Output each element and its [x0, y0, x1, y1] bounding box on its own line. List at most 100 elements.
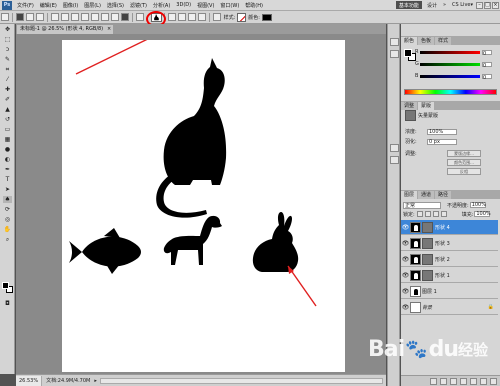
lock-transparent-icon[interactable] [416, 211, 423, 217]
eye-icon[interactable]: 👁 [401, 288, 410, 295]
eye-icon[interactable]: 👁 [401, 272, 410, 279]
shape-layers-mode-icon[interactable] [16, 13, 24, 21]
red-value[interactable]: 0 [482, 49, 492, 57]
red-slider[interactable] [420, 50, 480, 54]
eye-icon[interactable]: 👁 [401, 224, 410, 231]
rectangle-shape-icon[interactable] [71, 13, 79, 21]
cs-live-button[interactable]: CS Live▾ [449, 2, 476, 8]
close-tab-icon[interactable]: × [107, 25, 111, 34]
adjustment-layer-icon[interactable] [460, 377, 467, 385]
healing-brush-icon[interactable]: ✚ [3, 86, 12, 93]
crop-tool-icon[interactable]: ⌗ [3, 66, 12, 73]
subtract-mode-icon[interactable] [177, 13, 186, 21]
combine-mode-icon[interactable] [167, 13, 176, 21]
pen-tool-icon[interactable]: ✒ [3, 166, 12, 173]
tab-adjustments[interactable]: 调整 [401, 102, 418, 110]
blue-value[interactable]: 0 [482, 73, 492, 81]
fill-pixels-mode-icon[interactable] [36, 13, 44, 21]
polygon-shape-icon[interactable] [101, 13, 109, 21]
workspace-more-button[interactable]: » [440, 2, 449, 8]
custom-shape-tool-icon[interactable]: ♠ [3, 196, 12, 203]
hand-tool-icon[interactable]: ✋ [3, 226, 12, 233]
eye-icon[interactable]: 👁 [401, 240, 410, 247]
3d-panel-icon[interactable] [390, 144, 399, 152]
color-swatches[interactable] [2, 282, 13, 293]
menu-analysis[interactable]: 分析(A) [150, 2, 173, 9]
style-picker[interactable] [237, 12, 247, 22]
menu-window[interactable]: 窗口(W) [217, 2, 242, 9]
green-value[interactable]: 0 [482, 61, 492, 69]
layer-row[interactable]: 👁 形状 1 [401, 268, 498, 283]
menu-filter[interactable]: 滤镜(T) [127, 2, 150, 9]
eraser-tool-icon[interactable]: ▭ [3, 126, 12, 133]
lock-position-icon[interactable] [432, 211, 439, 217]
clone-stamp-icon[interactable]: ▲ [3, 106, 12, 113]
menu-view[interactable]: 视图(V) [194, 2, 217, 9]
eye-icon[interactable]: 👁 [401, 256, 410, 263]
custom-shape-icon[interactable] [121, 13, 129, 21]
menu-image[interactable]: 图像(I) [60, 2, 81, 9]
layer-row[interactable]: 👁 图层 1 [401, 284, 498, 299]
layer-row[interactable]: 👁 背景 🔒 [401, 300, 498, 315]
tab-paths[interactable]: 路径 [435, 191, 452, 199]
history-brush-icon[interactable]: ↺ [3, 116, 12, 123]
gradient-tool-icon[interactable]: ▦ [3, 136, 12, 143]
document-tab[interactable]: 未标题-1 @ 26.5% (形状 4, RGB/8) × [17, 25, 114, 34]
lock-all-icon[interactable] [440, 211, 447, 217]
layer-row[interactable]: 👁 形状 3 [401, 236, 498, 251]
brush-panel-icon[interactable] [390, 156, 399, 164]
blur-tool-icon[interactable]: ● [3, 146, 12, 153]
menu-3d[interactable]: 3D(D) [173, 2, 194, 8]
maximize-button[interactable]: □ [484, 1, 491, 9]
color-panel-fg-swatch[interactable] [404, 49, 412, 57]
layer-style-icon[interactable] [440, 377, 447, 385]
quick-mask-icon[interactable]: ◘ [3, 300, 12, 307]
exclude-mode-icon[interactable] [197, 13, 206, 21]
brush-tool-icon[interactable]: ✐ [3, 96, 12, 103]
opacity-field[interactable]: 100% [469, 202, 486, 208]
history-panel-icon[interactable] [390, 38, 399, 46]
color-spectrum-bar[interactable] [404, 89, 497, 95]
tab-layers[interactable]: 图层 [401, 191, 418, 199]
tab-channels[interactable]: 通道 [418, 191, 435, 199]
zoom-tool-icon[interactable]: ⌕ [3, 236, 12, 243]
lasso-tool-icon[interactable]: ↄ [3, 46, 12, 53]
layer-row[interactable]: 👁 形状 4 [401, 220, 498, 235]
mask-edge-button[interactable]: 蒙版边缘... [447, 150, 481, 157]
path-select-tool-icon[interactable]: ➤ [3, 186, 12, 193]
tab-color[interactable]: 颜色 [401, 37, 418, 45]
tool-preset-icon[interactable] [1, 13, 9, 21]
minimize-button[interactable]: – [476, 1, 483, 9]
ellipse-shape-icon[interactable] [91, 13, 99, 21]
vector-mask-thumb[interactable] [405, 110, 416, 121]
freeform-pen-icon[interactable] [61, 13, 69, 21]
density-field[interactable]: 100% [427, 128, 457, 135]
workspace-essentials-button[interactable]: 基本功能 [395, 1, 422, 9]
3d-rotate-tool-icon[interactable]: ⟳ [3, 206, 12, 213]
paths-mode-icon[interactable] [26, 13, 34, 21]
dodge-tool-icon[interactable]: ◐ [3, 156, 12, 163]
close-button[interactable]: × [492, 1, 499, 9]
green-slider[interactable] [420, 62, 480, 66]
menu-help[interactable]: 帮助(H) [242, 2, 266, 9]
layer-row[interactable]: 👁 形状 2 [401, 252, 498, 267]
invert-button[interactable]: 反相 [447, 168, 481, 175]
new-group-icon[interactable] [470, 377, 477, 385]
canvas[interactable] [62, 33, 345, 372]
geometry-options-icon[interactable] [136, 13, 144, 21]
link-icon[interactable] [212, 13, 221, 21]
horizontal-scrollbar[interactable] [99, 377, 383, 384]
type-tool-icon[interactable]: T [3, 176, 12, 183]
new-layer-icon[interactable] [480, 377, 487, 385]
move-tool-icon[interactable]: ✥ [3, 26, 12, 33]
workspace-design-link[interactable]: 设计 [424, 2, 440, 9]
eyedropper-tool-icon[interactable]: ⁄ [3, 76, 12, 83]
tab-masks[interactable]: 蒙版 [418, 102, 435, 110]
blue-slider[interactable] [420, 74, 480, 78]
eye-icon[interactable]: 👁 [401, 304, 410, 311]
menu-file[interactable]: 文件(F) [14, 2, 37, 9]
color-range-button[interactable]: 颜色范围... [447, 159, 481, 166]
pen-tool-icon[interactable] [51, 13, 59, 21]
delete-layer-icon[interactable] [490, 377, 497, 385]
color-swatch[interactable] [261, 13, 272, 21]
